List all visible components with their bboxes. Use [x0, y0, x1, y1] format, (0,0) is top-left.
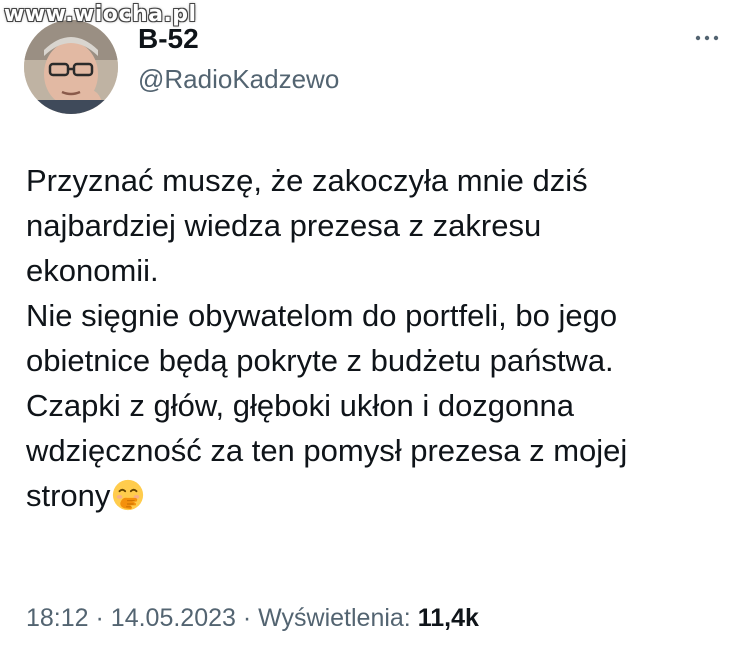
- tweet-line: ekonomii.: [26, 253, 159, 288]
- tweet-line: Nie sięgnie obywatelom do portfeli, bo j…: [26, 298, 618, 333]
- tweet-last-line: strony: [26, 473, 726, 518]
- tweet-line: Przyznać muszę, że zakoczyła mnie dziś: [26, 163, 588, 198]
- tweet-line: Czapki z głów, głęboki ukłon i dozgonna: [26, 388, 575, 423]
- tweet-line-text: strony: [26, 478, 111, 513]
- tweet-line: wdzięczność za ten pomysł prezesa z moje…: [26, 433, 628, 468]
- meta-separator: ·: [95, 604, 104, 632]
- watermark: www.wiocha.pl: [4, 2, 197, 27]
- avatar-image: [24, 20, 118, 114]
- avatar[interactable]: [24, 20, 118, 114]
- user-handle[interactable]: @RadioKadzewo: [138, 64, 339, 94]
- views-label: Wyświetlenia:: [258, 604, 411, 632]
- more-dots-icon[interactable]: [692, 28, 722, 48]
- tweet-line: obietnice będą pokryte z budżetu państwa…: [26, 343, 614, 378]
- tweet-date[interactable]: 14.05.2023: [111, 604, 236, 632]
- display-name[interactable]: B-52: [138, 24, 199, 54]
- tweet-text: Przyznać muszę, że zakoczyła mnie dziś n…: [26, 158, 726, 518]
- tweet-meta: 18:12 · 14.05.2023 · Wyświetlenia: 11,4k: [26, 602, 479, 634]
- views-count: 11,4k: [417, 604, 479, 632]
- hand-over-mouth-emoji-icon: [113, 479, 144, 511]
- meta-separator: ·: [242, 604, 252, 632]
- tweet-time[interactable]: 18:12: [26, 604, 89, 632]
- tweet-line: najbardziej wiedza prezesa z zakresu: [26, 208, 542, 243]
